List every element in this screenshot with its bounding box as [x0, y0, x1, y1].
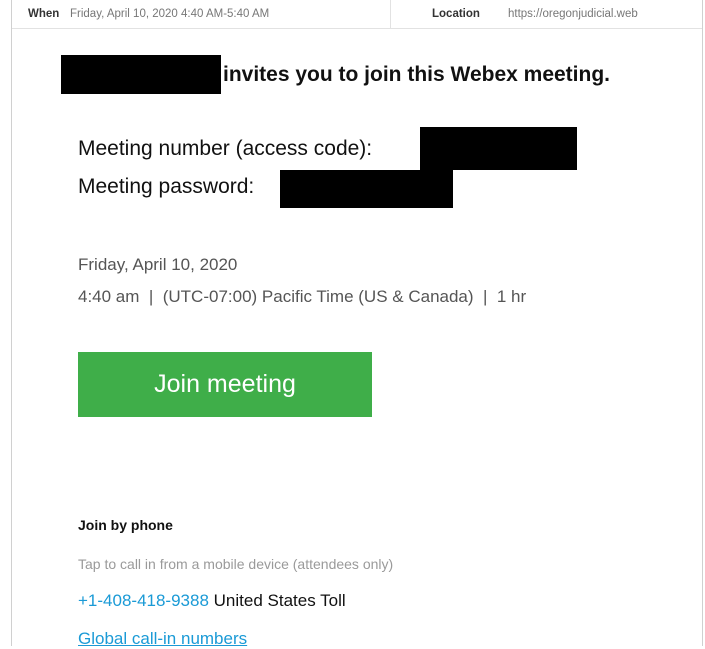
meeting-date: Friday, April 10, 2020: [78, 255, 238, 274]
tap-to-call-text: Tap to call in from a mobile device (att…: [78, 556, 394, 572]
location-link[interactable]: https://oregonjudicial.web: [508, 8, 638, 20]
meeting-password-label: Meeting password:: [78, 175, 255, 198]
redacted-meeting-number: [420, 127, 577, 170]
meeting-number-label: Meeting number (access code):: [78, 137, 373, 160]
phone-line: +1-408-418-9388 United States Toll: [78, 591, 346, 611]
meta-divider: [390, 0, 391, 28]
join-meeting-button[interactable]: Join meeting: [78, 352, 372, 417]
phone-number-link[interactable]: +1-408-418-9388: [78, 591, 209, 610]
phone-number-label: United States Toll: [213, 591, 346, 610]
meeting-meta-bar: When Friday, April 10, 2020 4:40 AM-5:40…: [12, 0, 702, 29]
global-call-in-link[interactable]: Global call-in numbers: [78, 629, 247, 649]
redacted-meeting-password: [280, 170, 453, 208]
email-body: When Friday, April 10, 2020 4:40 AM-5:40…: [11, 0, 703, 649]
invite-text: invites you to join this Webex meeting.: [223, 63, 611, 86]
join-by-phone-heading: Join by phone: [78, 517, 173, 533]
when-label: When: [28, 8, 60, 20]
location-label: Location: [432, 8, 480, 20]
meeting-time: 4:40 am | (UTC-07:00) Pacific Time (US &…: [78, 287, 527, 306]
redacted-host-name: [61, 55, 221, 94]
when-value: Friday, April 10, 2020 4:40 AM-5:40 AM: [70, 8, 270, 20]
